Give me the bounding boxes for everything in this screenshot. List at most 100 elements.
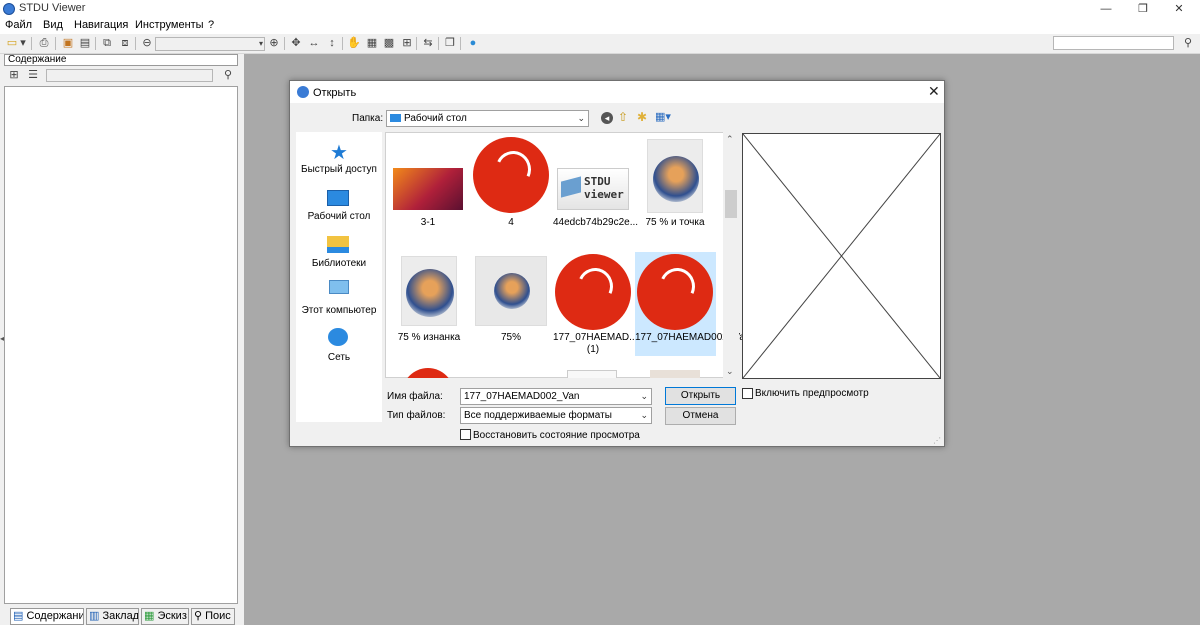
close-button[interactable]: ✕	[1156, 0, 1200, 18]
print-icon[interactable]: ⎙	[36, 36, 52, 51]
fit-width-icon[interactable]: ↔	[306, 36, 322, 51]
zoom-input[interactable]	[155, 37, 265, 51]
toc-search-input[interactable]	[46, 69, 213, 82]
fit-height-icon[interactable]: ↕	[324, 36, 340, 51]
select-text-icon[interactable]: ▦	[364, 36, 380, 51]
menu-file[interactable]: Файл	[5, 19, 32, 31]
toc-expand-icon[interactable]: ⊞	[6, 68, 22, 83]
place-desktop[interactable]: Рабочий стол	[296, 211, 382, 222]
place-quick-access[interactable]: Быстрый доступ	[296, 164, 382, 175]
dialog-app-icon	[297, 86, 309, 98]
new-folder-icon[interactable]: ✱	[637, 110, 647, 124]
fit-page-icon[interactable]: ✥	[288, 36, 304, 51]
menu-navigation[interactable]: Навигация	[74, 19, 128, 31]
toolbar-separator	[95, 37, 96, 50]
file-name: 177_07HAEMAD002_Van	[635, 332, 751, 343]
file-item[interactable]: 3-1	[389, 135, 467, 233]
snapshot-icon[interactable]: ⊞	[399, 36, 415, 51]
scroll-thumb[interactable]	[725, 190, 737, 218]
filename-input[interactable]: 177_07HAEMAD002_Van ⌄	[460, 388, 652, 405]
file-name: 75 % изнанка	[397, 332, 461, 343]
export-image-icon[interactable]: ▣	[60, 36, 76, 51]
toolbar-separator	[460, 37, 461, 50]
search-input[interactable]	[1053, 36, 1174, 50]
place-this-pc[interactable]: Этот компьютер	[296, 305, 382, 316]
globe-icon[interactable]: ●	[465, 36, 481, 51]
filetype-label: Тип файлов:	[387, 410, 446, 421]
back-icon[interactable]: ◂	[601, 112, 613, 124]
collapse-arrow-icon[interactable]: ◂	[0, 334, 4, 343]
file-name: 44edcb74b29c2e...	[553, 217, 639, 228]
restore-view-checkbox[interactable]	[460, 429, 471, 440]
file-item[interactable]: STDU viewer 44edcb74b29c2e...	[553, 135, 639, 233]
swap-pages-icon[interactable]: ⇆	[420, 36, 436, 51]
tab-contents[interactable]: ▤ Содержание	[10, 608, 84, 625]
place-network[interactable]: Сеть	[296, 352, 382, 363]
file-item[interactable]: 4	[471, 135, 551, 233]
up-folder-icon[interactable]: ⇧	[618, 110, 628, 124]
copy-icon[interactable]: ⧉	[99, 36, 115, 51]
file-item[interactable]: 75%	[471, 252, 551, 356]
file-item-partial[interactable]	[567, 370, 617, 378]
no-preview-icon	[743, 134, 940, 378]
filetype-select[interactable]: Все поддерживаемые форматы ⌄	[460, 407, 652, 424]
dialog-titlebar	[290, 81, 944, 103]
preview-checkbox[interactable]	[742, 388, 753, 399]
folder-label: Папка:	[352, 113, 384, 124]
file-item-partial[interactable]	[402, 368, 454, 378]
two-pages-icon[interactable]: ❐	[442, 36, 458, 51]
menu-help[interactable]: ?	[208, 19, 214, 31]
desktop-folder-icon	[390, 114, 401, 123]
dialog-close-icon[interactable]: ✕	[928, 83, 940, 100]
resize-grip-icon[interactable]: ⋰	[933, 436, 941, 445]
toolbar-separator	[55, 37, 56, 50]
filename-label: Имя файла:	[387, 391, 443, 402]
toc-options-icon[interactable]: ☰	[25, 68, 41, 83]
menu-view[interactable]: Вид	[43, 19, 63, 31]
tab-bookmarks[interactable]: ▥ Закладк	[86, 608, 139, 625]
file-item-selected[interactable]: 177_07HAEMAD002_Van	[635, 252, 751, 356]
file-item[interactable]: 177_07HAEMAD... (1)	[553, 252, 638, 356]
tab-thumbnails[interactable]: ▦ Эскиз	[141, 608, 189, 625]
scroll-down-icon[interactable]: ⌄	[726, 366, 734, 377]
scroll-up-icon[interactable]: ⌃	[726, 134, 734, 145]
view-menu-icon[interactable]: ▦▾	[655, 110, 671, 123]
open-button[interactable]: Открыть	[665, 387, 736, 405]
tab-search[interactable]: ⚲ Поис	[191, 608, 235, 625]
folder-select[interactable]: Рабочий стол ⌄	[386, 110, 589, 127]
file-thumbnail	[647, 139, 703, 213]
dropdown-arrow-icon[interactable]: ▾	[19, 36, 27, 51]
open-folder-icon[interactable]: ▭	[4, 36, 20, 51]
file-item-partial[interactable]	[650, 370, 700, 378]
zoom-dropdown-icon[interactable]: ▾	[257, 36, 265, 51]
place-libraries[interactable]: Библиотеки	[296, 258, 382, 269]
cancel-button[interactable]: Отмена	[665, 407, 736, 425]
toolbar-separator	[284, 37, 285, 50]
file-list-scrollbar[interactable]	[723, 132, 739, 378]
file-item[interactable]: 75 % и точка	[635, 135, 715, 233]
export-text-icon[interactable]: ▤	[77, 36, 93, 51]
file-item[interactable]: 75 % изнанка	[389, 252, 469, 356]
paste-icon[interactable]: ⧈	[117, 36, 133, 51]
toc-find-icon[interactable]: ⚲	[220, 68, 236, 83]
title-bar	[0, 0, 1200, 18]
toolbar-separator	[31, 37, 32, 50]
preview-checkbox-label: Включить предпросмотр	[755, 388, 869, 399]
dialog-title: Открыть	[313, 87, 357, 99]
restore-view-label: Восстановить состояние просмотра	[473, 430, 640, 441]
toolbar-separator	[416, 37, 417, 50]
toolbar-separator	[438, 37, 439, 50]
network-icon	[328, 328, 348, 346]
file-thumbnail	[473, 137, 549, 213]
search-binoculars-icon[interactable]: ⚲	[1180, 36, 1196, 51]
toolbar-separator	[342, 37, 343, 50]
select-image-icon[interactable]: ▩	[381, 36, 397, 51]
zoom-out-icon[interactable]: ⊖	[139, 36, 155, 51]
menu-tools[interactable]: Инструменты	[135, 19, 204, 31]
computer-icon	[329, 280, 349, 294]
zoom-in-icon[interactable]: ⊕	[266, 36, 282, 51]
hand-tool-icon[interactable]: ✋	[346, 36, 362, 51]
filename-value: 177_07HAEMAD002_Van	[464, 391, 580, 402]
chevron-down-icon[interactable]: ⌄	[640, 389, 648, 404]
toc-tree[interactable]	[4, 86, 238, 604]
